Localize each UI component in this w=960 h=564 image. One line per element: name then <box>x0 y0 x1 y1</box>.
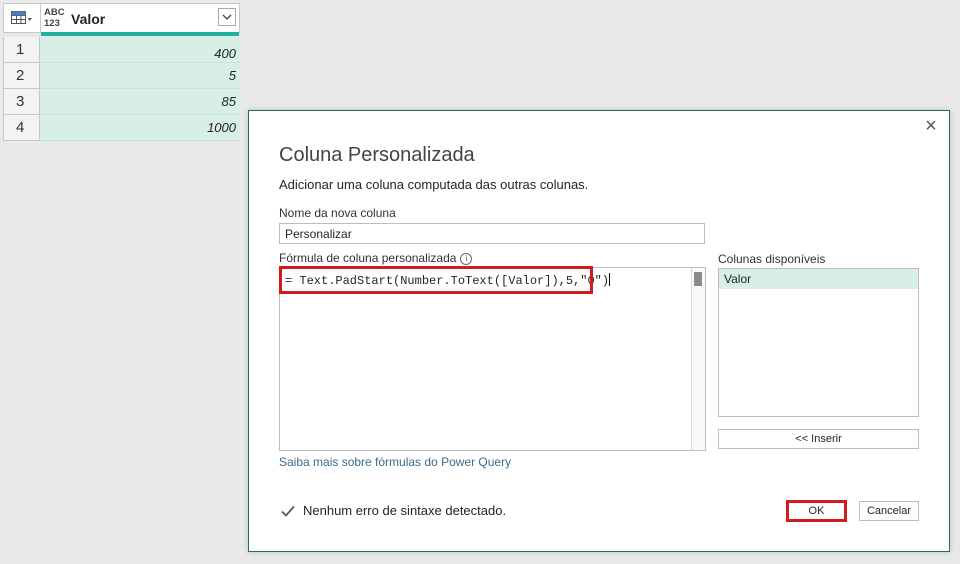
table-row: 1 400 <box>3 37 240 63</box>
ok-button[interactable]: OK <box>786 500 847 522</box>
row-number[interactable]: 3 <box>3 89 40 115</box>
row-number[interactable]: 1 <box>3 37 40 63</box>
cell-valor[interactable]: 5 <box>40 63 240 89</box>
row-number[interactable]: 4 <box>3 115 40 141</box>
column-header-valor[interactable]: Valor <box>71 11 105 27</box>
syntax-status: Nenhum erro de sintaxe detectado. <box>281 503 506 518</box>
formula-label: Fórmula de coluna personalizada i <box>279 251 473 265</box>
type-any-icon[interactable]: ABC 123 <box>44 7 68 29</box>
grid-header: ABC 123 Valor <box>3 3 240 36</box>
dialog-title: Coluna Personalizada <box>279 144 475 166</box>
new-column-name-input[interactable] <box>279 223 705 244</box>
formula-editor[interactable]: = Text.PadStart(Number.ToText([Valor]),5… <box>279 267 706 451</box>
table-row: 4 1000 <box>3 115 240 141</box>
formula-label-text: Fórmula de coluna personalizada <box>279 251 457 265</box>
close-icon[interactable]: × <box>921 116 941 137</box>
insert-button[interactable]: << Inserir <box>718 429 919 449</box>
column-quality-bar <box>41 32 239 36</box>
formula-highlight-annotation <box>279 266 593 294</box>
table-menu-button[interactable] <box>4 4 41 32</box>
row-number[interactable]: 2 <box>3 63 40 89</box>
check-icon <box>281 505 295 517</box>
cell-valor[interactable]: 85 <box>40 89 240 115</box>
table-row: 2 5 <box>3 63 240 89</box>
custom-column-dialog: × Coluna Personalizada Adicionar uma col… <box>248 110 950 552</box>
syntax-status-text: Nenhum erro de sintaxe detectado. <box>303 503 507 518</box>
table-row: 3 85 <box>3 89 240 115</box>
list-item[interactable]: Valor <box>719 269 918 289</box>
cell-valor[interactable]: 1000 <box>40 115 240 141</box>
text-cursor <box>609 273 611 286</box>
data-grid: ABC 123 Valor 1 400 2 5 3 85 4 1000 <box>3 3 240 141</box>
cell-valor[interactable]: 400 <box>40 37 240 63</box>
filter-dropdown-icon[interactable] <box>218 8 236 26</box>
table-icon <box>11 11 33 25</box>
info-icon[interactable]: i <box>460 253 473 265</box>
new-column-name-label: Nome da nova coluna <box>279 206 396 220</box>
available-columns-label: Colunas disponíveis <box>718 252 826 266</box>
available-columns-list[interactable]: Valor <box>718 268 919 417</box>
scrollbar-thumb[interactable] <box>694 272 702 286</box>
formula-scrollbar[interactable] <box>691 268 705 450</box>
cancel-button[interactable]: Cancelar <box>859 501 919 521</box>
grid-body: 1 400 2 5 3 85 4 1000 <box>3 37 240 141</box>
learn-more-link[interactable]: Saiba mais sobre fórmulas do Power Query <box>279 455 511 469</box>
dialog-description: Adicionar uma coluna computada das outra… <box>279 177 589 192</box>
